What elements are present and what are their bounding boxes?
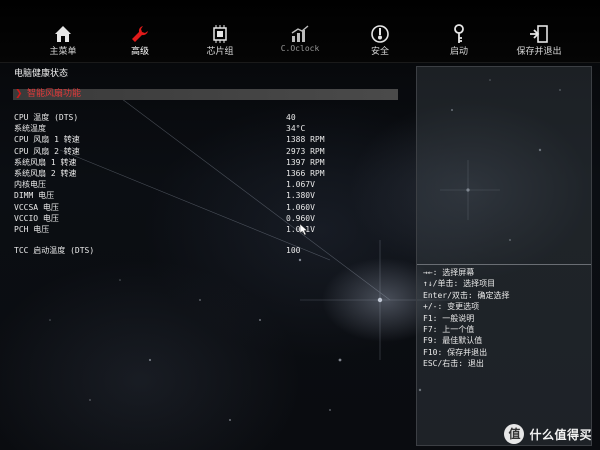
reading-row: CPU 温度 (DTS) 40 (14, 112, 404, 123)
chevron-right-icon: ❯ (15, 89, 23, 99)
tab-security[interactable]: 安全 (347, 4, 413, 60)
reading-row: VCCIO 电压 0.960V (14, 213, 404, 224)
tab-save-exit[interactable]: 保存并退出 (506, 4, 572, 60)
reading-value: 1.067V (286, 180, 315, 190)
shield-icon (370, 24, 390, 44)
reading-label: 系统风扇 1 转速 (14, 157, 77, 167)
tab-label: 芯片组 (206, 47, 234, 57)
chart-icon (290, 24, 310, 44)
reading-row: PCH 电压1.0●1V (14, 224, 404, 235)
key-help-list: →←: 选择屏幕 ↑↓/单击: 选择项目 Enter/双击: 确定选择 +/-:… (423, 267, 589, 370)
bios-screen: 主菜单 高级 芯片组 C.Oclock 安全 启动 保存并退出 电脑健康状态 ❯… (0, 0, 600, 450)
chip-icon (210, 24, 230, 44)
reading-value: 100 (286, 246, 301, 255)
help-line: Enter/双击: 确定选择 (423, 290, 510, 300)
tcc-setting[interactable]: TCC 启动温度 (DTS) 100 (14, 245, 404, 256)
tab-chipset[interactable]: 芯片组 (187, 4, 253, 60)
tab-label: 保存并退出 (516, 47, 562, 57)
tab-advanced[interactable]: 高级 (107, 4, 173, 60)
readings-list: CPU 温度 (DTS) 40 系统温度 34°C CPU 风扇 1 转速 1388 … (14, 112, 404, 235)
reading-value: 2973 RPM (286, 146, 325, 156)
wrench-icon (130, 24, 150, 44)
help-divider (417, 264, 591, 265)
reading-value: 1366 RPM (286, 168, 325, 178)
reading-label: CPU 风扇 1 转速 (14, 135, 80, 145)
help-panel: →←: 选择屏幕 ↑↓/单击: 选择项目 Enter/双击: 确定选择 +/-:… (416, 66, 592, 446)
help-line: F1: 一般说明 (423, 313, 475, 323)
help-line: F10: 保存并退出 (423, 347, 488, 357)
watermark: 值 什么值得买 (504, 424, 592, 444)
reading-label: DIMM 电压 (14, 191, 55, 201)
reading-label: CPU 风扇 2 转速 (14, 146, 80, 156)
tab-main-menu[interactable]: 主菜单 (30, 4, 96, 60)
help-line: →←: 选择屏幕 (423, 268, 475, 277)
top-navigation: 主菜单 高级 芯片组 C.Oclock 安全 启动 保存并退出 (0, 0, 600, 63)
reading-value: 1.380V (286, 191, 315, 201)
tab-label: 高级 (130, 47, 149, 57)
tab-label: 启动 (449, 47, 468, 57)
submenu-label: 智能风扇功能 (27, 89, 82, 99)
tab-label: 安全 (370, 47, 389, 57)
tab-boot[interactable]: 启动 (426, 4, 492, 60)
tab-c-oclock[interactable]: C.Oclock (267, 4, 333, 60)
reading-value: 1.060V (286, 202, 315, 212)
key-icon (449, 24, 469, 44)
help-line: ESC/右击: 退出 (423, 359, 484, 369)
mouse-cursor-icon (300, 224, 308, 235)
reading-value: 34°C (286, 124, 306, 134)
reading-label: PCH 电压 (14, 224, 50, 234)
watermark-logo-icon: 值 (504, 424, 525, 444)
tab-label: 主菜单 (49, 47, 77, 57)
help-line: ↑↓/单击: 选择项目 (423, 279, 496, 289)
reading-label: VCCIO 电压 (14, 213, 59, 223)
reading-row: TCC 启动温度 (DTS) 100 (14, 245, 404, 256)
reading-label: 系统风扇 2 转速 (14, 168, 77, 178)
reading-value: 1388 RPM (286, 135, 325, 145)
tab-label: C.Oclock (280, 44, 320, 53)
reading-row: CPU 风扇 2 转速 2973 RPM (14, 146, 404, 157)
exit-icon (529, 24, 549, 44)
reading-row: 系统风扇 2 转速 1366 RPM (14, 168, 404, 179)
reading-row: DIMM 电压 1.380V (14, 190, 404, 201)
help-line: F7: 上一个值 (423, 325, 475, 335)
reading-value: 1397 RPM (286, 157, 325, 167)
reading-value: 40 (286, 113, 296, 122)
reading-row: VCCSA 电压 1.060V (14, 202, 404, 213)
reading-label: VCCSA 电压 (14, 202, 59, 212)
home-icon (53, 24, 73, 44)
reading-row: 系统风扇 1 转速 1397 RPM (14, 157, 404, 168)
reading-label: CPU 温度 (DTS) (14, 113, 79, 122)
help-line: +/-: 变更选项 (423, 302, 480, 312)
help-line: F9: 最佳默认值 (423, 336, 483, 346)
watermark-text: 什么值得买 (529, 427, 592, 442)
reading-row: CPU 风扇 1 转速 1388 RPM (14, 134, 404, 145)
reading-row: 内核电压 1.067V (14, 179, 404, 190)
reading-label: TCC 启动温度 (DTS) (14, 246, 95, 255)
page-title: 电脑健康状态 (14, 69, 69, 79)
reading-value: 0.960V (286, 213, 315, 223)
submenu-smart-fan[interactable]: ❯ 智能风扇功能 (13, 89, 398, 100)
reading-row: 系统温度 34°C (14, 123, 404, 134)
reading-label: 系统温度 (14, 124, 46, 134)
reading-label: 内核电压 (14, 180, 46, 190)
